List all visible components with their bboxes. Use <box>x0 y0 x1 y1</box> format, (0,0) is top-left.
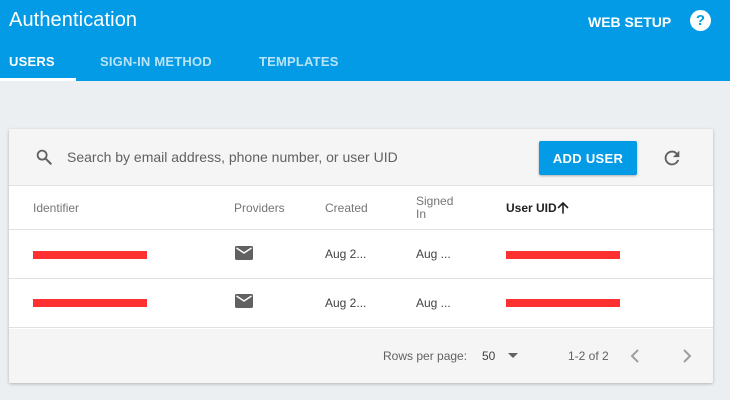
rows-per-page-value: 50 <box>482 349 496 363</box>
users-card: ADD USER Identifier Providers Created Si… <box>9 129 713 383</box>
rows-per-page-select[interactable]: 50 <box>482 348 522 364</box>
uid-redacted <box>506 251 620 259</box>
search-icon <box>36 149 52 165</box>
rows-per-page-label: Rows per page: <box>383 349 468 363</box>
web-setup-button[interactable]: WEB SETUP <box>588 14 671 30</box>
created-date: Aug 2... <box>325 247 367 261</box>
active-tab-indicator <box>0 78 76 81</box>
users-toolbar: ADD USER <box>9 129 713 186</box>
identifier-redacted <box>33 251 147 259</box>
table-row[interactable]: Aug 2... Aug ... <box>9 279 713 328</box>
search-input[interactable] <box>67 146 467 168</box>
column-signed-in[interactable]: Signed In <box>416 195 453 221</box>
tab-users[interactable]: USERS <box>9 54 55 69</box>
pagination-range: 1-2 of 2 <box>568 349 609 363</box>
table-header: Identifier Providers Created Signed In U… <box>9 186 713 230</box>
column-providers[interactable]: Providers <box>234 202 285 215</box>
add-user-button[interactable]: ADD USER <box>539 141 637 175</box>
refresh-icon[interactable] <box>661 147 683 169</box>
mail-icon <box>235 294 253 308</box>
tab-templates[interactable]: TEMPLATES <box>259 54 339 69</box>
mail-icon <box>235 246 253 260</box>
column-created[interactable]: Created <box>325 202 368 215</box>
column-user-uid[interactable]: User UID <box>506 202 557 215</box>
signed-in-date: Aug ... <box>416 247 451 261</box>
help-icon[interactable]: ? <box>690 10 711 31</box>
page-title: Authentication <box>9 9 138 31</box>
created-date: Aug 2... <box>325 296 367 310</box>
chevron-down-icon <box>508 353 518 358</box>
identifier-redacted <box>33 299 147 307</box>
chevron-left-icon[interactable] <box>627 347 643 365</box>
table-row[interactable]: Aug 2... Aug ... <box>9 230 713 279</box>
table-pagination: Rows per page: 50 1-2 of 2 <box>9 329 713 383</box>
chevron-right-icon[interactable] <box>679 347 695 365</box>
signed-in-date: Aug ... <box>416 296 451 310</box>
uid-redacted <box>506 299 620 307</box>
column-signed-in-line2: In <box>416 207 427 221</box>
column-identifier[interactable]: Identifier <box>33 202 79 215</box>
sort-ascending-icon[interactable] <box>557 202 569 214</box>
app-header: Authentication WEB SETUP ? USERS SIGN-IN… <box>0 0 730 81</box>
tab-sign-in-method[interactable]: SIGN-IN METHOD <box>100 54 212 69</box>
